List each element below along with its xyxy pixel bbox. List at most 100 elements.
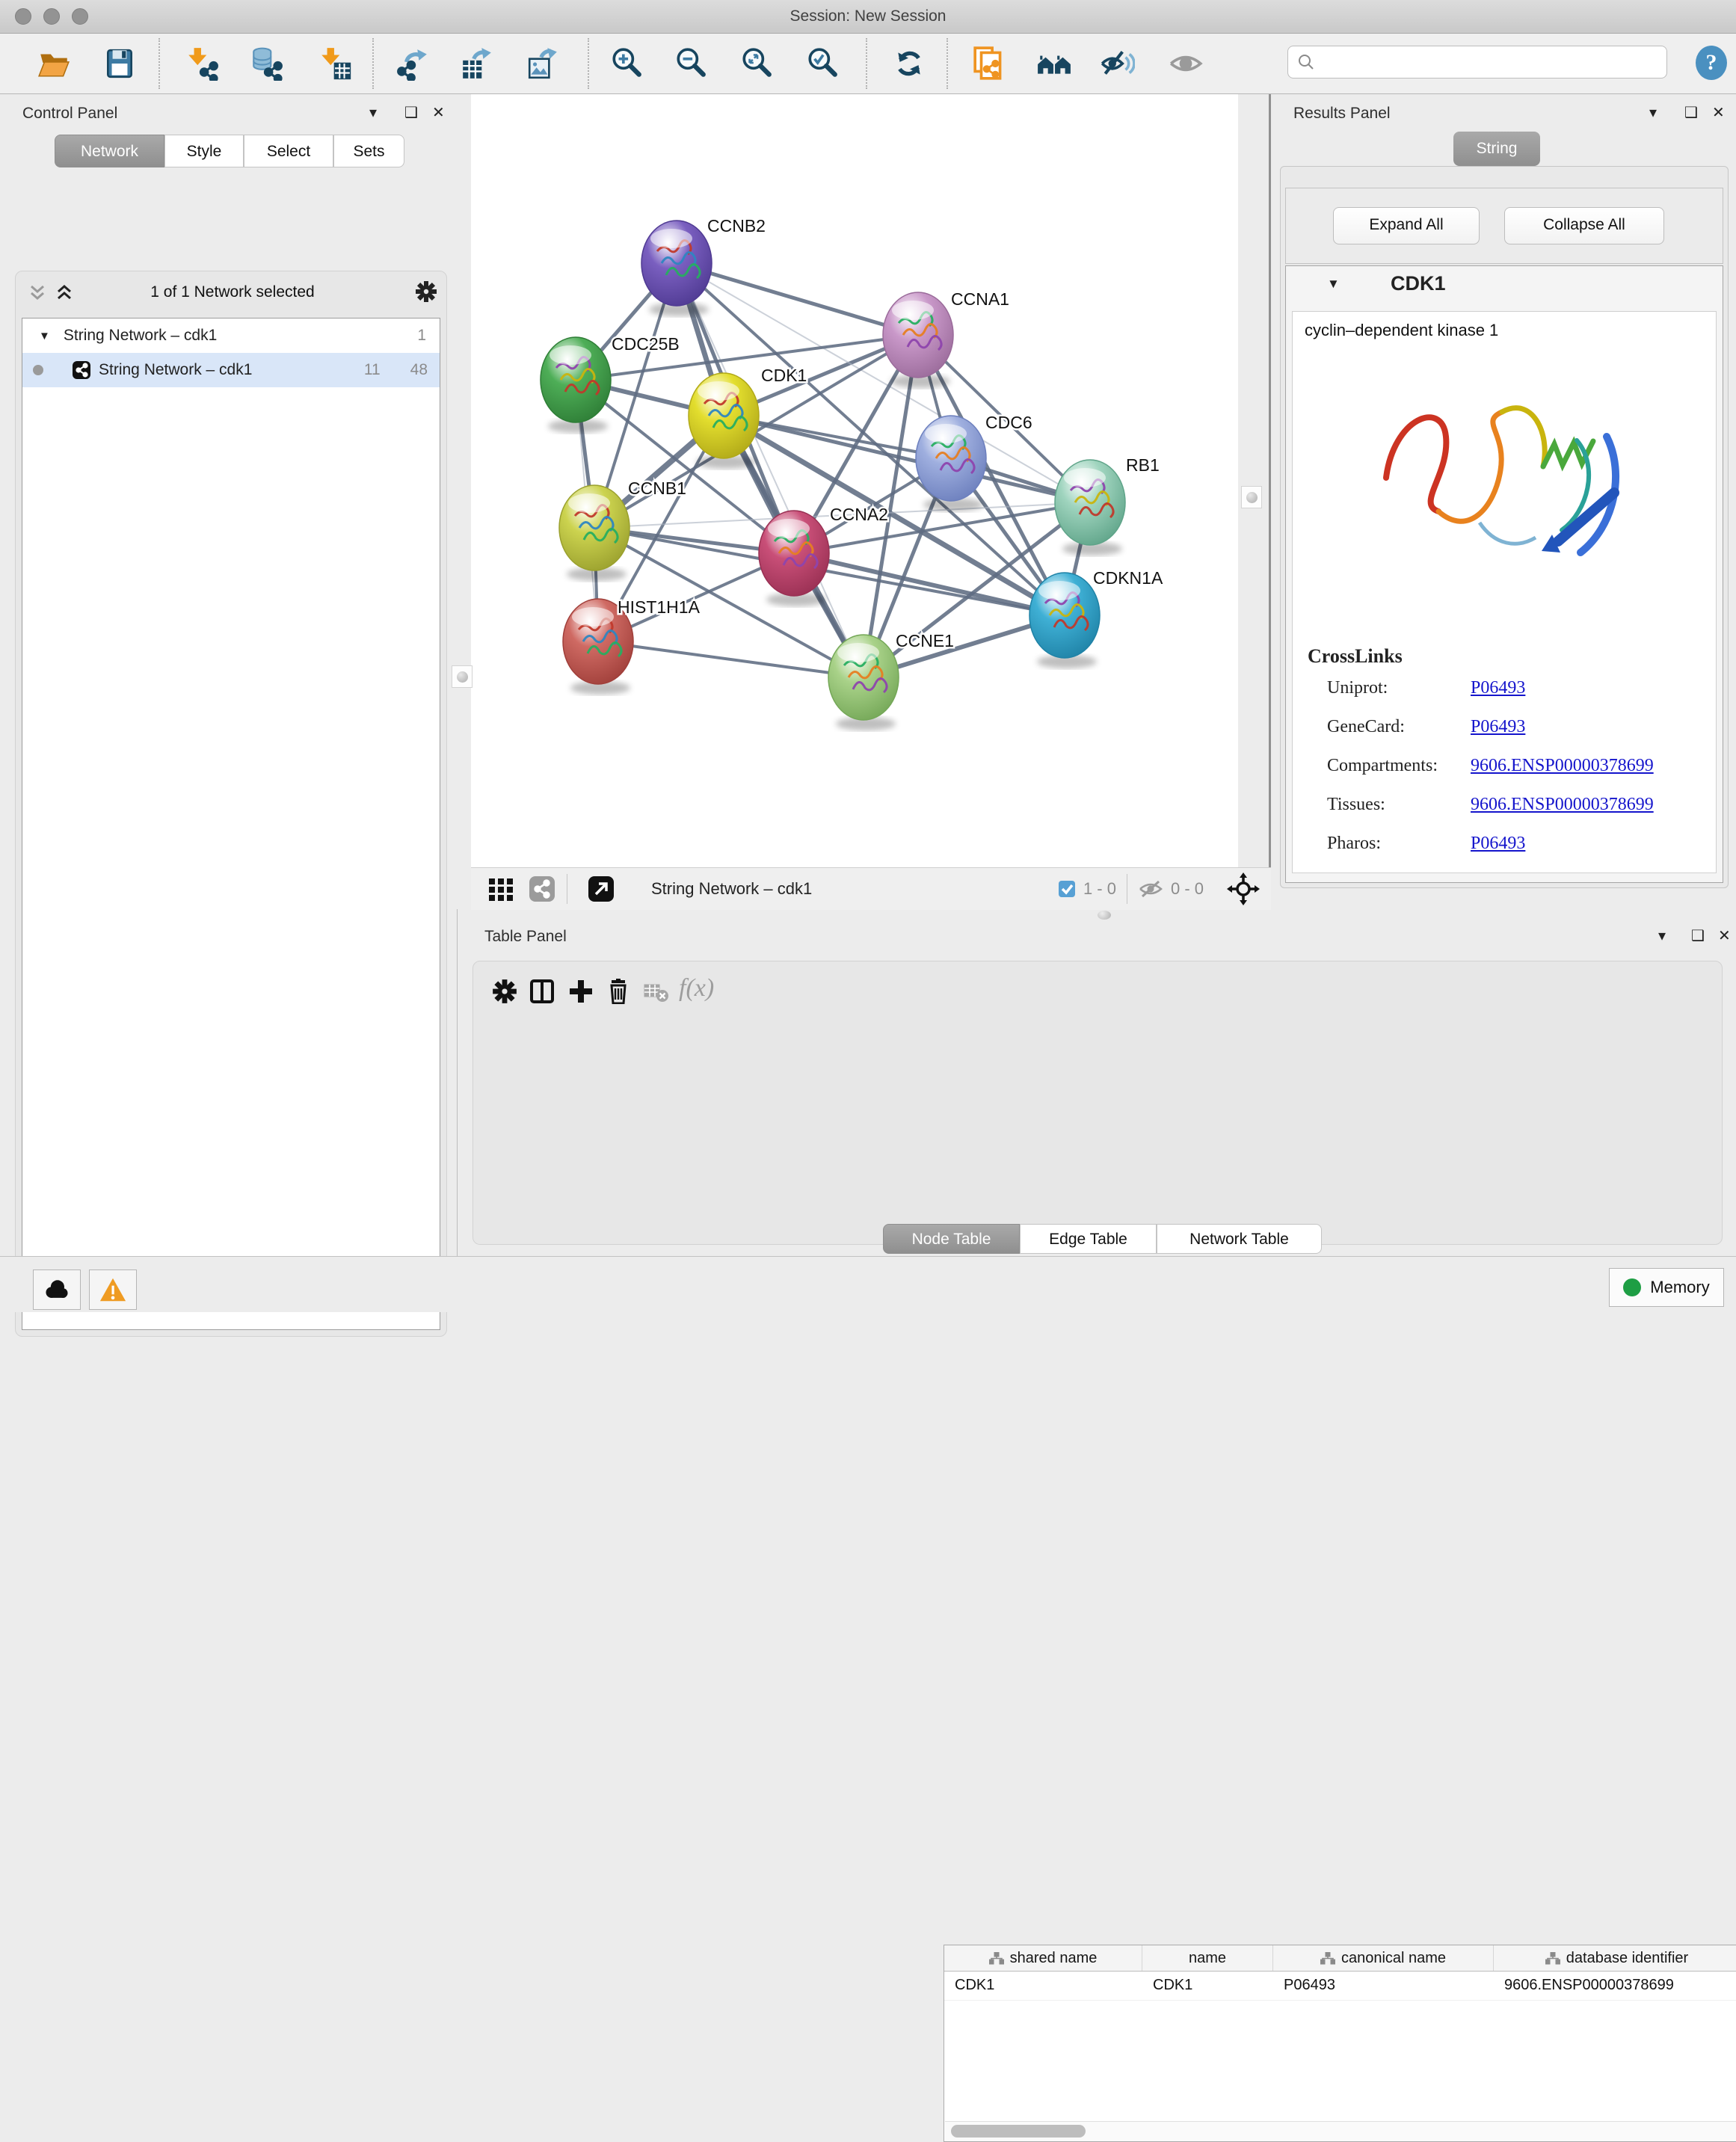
window-minimize-button[interactable] <box>43 8 60 25</box>
crosslink-genecard-link[interactable]: P06493 <box>1471 717 1525 737</box>
tab-network[interactable]: Network <box>55 135 164 167</box>
import-network-file-icon[interactable] <box>184 44 220 83</box>
toolbar-separator <box>372 38 374 89</box>
automation-cloud-button[interactable] <box>33 1269 81 1310</box>
network-node-CCNB2[interactable]: CCNB2 <box>641 216 766 316</box>
birds-eye-grid-icon[interactable] <box>487 875 514 902</box>
network-options-gear-icon[interactable] <box>415 280 437 307</box>
zoom-selected-icon[interactable] <box>804 44 840 83</box>
collapse-all-networks-icon[interactable] <box>55 283 74 307</box>
window-zoom-button[interactable] <box>72 8 88 25</box>
expand-all-networks-icon[interactable] <box>28 283 47 307</box>
column-header-shared-name[interactable]: shared name <box>944 1945 1142 1971</box>
open-session-icon[interactable] <box>36 44 72 83</box>
network-node-CDC25B[interactable]: CDC25B <box>541 334 680 433</box>
help-icon[interactable]: ? <box>1693 44 1730 85</box>
hide-unhide-icon[interactable] <box>1099 44 1135 83</box>
panel-close-icon[interactable]: ✕ <box>432 103 445 122</box>
tab-select[interactable]: Select <box>244 135 333 167</box>
panel-float-icon[interactable]: ❑ <box>1684 103 1698 122</box>
zoom-in-icon[interactable] <box>609 44 644 83</box>
panel-collapse-icon[interactable]: ▾ <box>369 103 377 122</box>
panel-float-icon[interactable]: ❑ <box>1691 926 1705 945</box>
column-header-canonical-name[interactable]: canonical name <box>1273 1945 1494 1971</box>
column-header-name[interactable]: name <box>1142 1945 1273 1971</box>
export-network-icon[interactable] <box>395 44 431 83</box>
tree-expand-icon[interactable]: ▼ <box>39 330 50 342</box>
scrollbar-thumb[interactable] <box>951 2125 1086 2138</box>
crosslink-tissues-link[interactable]: 9606.ENSP00000378699 <box>1471 795 1654 815</box>
add-column-icon[interactable] <box>568 979 594 1008</box>
horizontal-splitter-handle[interactable] <box>1098 911 1111 920</box>
collapse-all-button[interactable]: Collapse All <box>1504 207 1664 244</box>
string-home-icon[interactable] <box>1036 44 1072 83</box>
crosslink-label: Uniprot: <box>1327 678 1388 698</box>
window-close-button[interactable] <box>15 8 31 25</box>
node-label: CDC25B <box>612 334 680 354</box>
entry-collapse-icon[interactable]: ▼ <box>1327 277 1340 292</box>
crosslink-compartments-link[interactable]: 9606.ENSP00000378699 <box>1471 756 1654 776</box>
import-table-icon[interactable] <box>317 44 353 83</box>
pan-crosshair-icon[interactable] <box>1226 872 1261 906</box>
tab-node-table[interactable]: Node Table <box>883 1224 1020 1254</box>
crosslink-uniprot-link[interactable]: P06493 <box>1471 678 1525 698</box>
panel-close-icon[interactable]: ✕ <box>1712 103 1725 122</box>
export-image-icon[interactable] <box>525 44 561 83</box>
delete-table-icon <box>643 982 668 1008</box>
network-tree-root-row[interactable]: ▼ String Network – cdk1 1 <box>22 318 440 353</box>
left-splitter[interactable] <box>457 94 471 909</box>
network-overview-icon[interactable] <box>528 875 556 903</box>
network-node-CCNA2[interactable]: CCNA2 <box>759 505 888 606</box>
panel-collapse-icon[interactable]: ▾ <box>1649 103 1657 122</box>
table-cell[interactable]: CDK1 <box>944 1972 1142 2000</box>
tab-string[interactable]: String <box>1453 132 1540 166</box>
network-node-CCNB1[interactable]: CCNB1 <box>559 478 686 581</box>
network-node-HIST1H1A[interactable]: HIST1H1A <box>563 597 701 695</box>
network-tree-child-row[interactable]: String Network – cdk1 11 48 <box>22 353 440 387</box>
tab-edge-table[interactable]: Edge Table <box>1020 1224 1157 1254</box>
zoom-out-icon[interactable] <box>673 44 709 83</box>
table-cell[interactable]: P06493 <box>1273 1972 1494 2000</box>
table-gear-icon[interactable] <box>492 979 517 1008</box>
show-columns-icon[interactable] <box>529 979 555 1008</box>
string-import-icon[interactable] <box>972 44 1008 83</box>
zoom-fit-icon[interactable] <box>739 44 775 83</box>
delete-column-icon[interactable] <box>606 979 631 1008</box>
network-canvas[interactable]: CCNB2CCNA1CDC25BCDK1CDC6RB1CCNB1CCNA2CDK… <box>471 94 1238 867</box>
crosslink-pharos-link[interactable]: P06493 <box>1471 834 1525 854</box>
import-network-database-icon[interactable] <box>248 44 284 83</box>
export-table-icon[interactable] <box>459 44 495 83</box>
node-table: shared namenamecanonical namedatabase id… <box>944 1945 1736 2142</box>
selected-checkbox-icon[interactable] <box>1058 880 1076 898</box>
panel-close-icon[interactable]: ✕ <box>1718 926 1731 945</box>
node-label: CCNB2 <box>707 216 766 236</box>
crosslink-label: Pharos: <box>1327 834 1381 854</box>
table-row[interactable]: CDK1CDK1P064939606.ENSP00000378699cyclin… <box>944 1972 1736 2001</box>
expand-all-button[interactable]: Expand All <box>1333 207 1480 244</box>
panel-float-icon[interactable]: ❑ <box>404 103 418 122</box>
tab-network-table[interactable]: Network Table <box>1157 1224 1322 1254</box>
table-horizontal-scrollbar[interactable] <box>945 2121 1736 2141</box>
network-node-CCNA1[interactable]: CCNA1 <box>883 289 1009 388</box>
refresh-icon[interactable] <box>891 44 927 83</box>
network-node-RB1[interactable]: RB1 <box>1055 455 1160 555</box>
save-session-icon[interactable] <box>102 44 138 83</box>
tab-sets[interactable]: Sets <box>333 135 404 167</box>
left-splitter-handle[interactable] <box>452 665 473 688</box>
memory-button[interactable]: Memory <box>1609 1268 1724 1307</box>
show-graphics-details-icon[interactable] <box>1168 44 1204 83</box>
table-cell[interactable]: 9606.ENSP00000378699 <box>1494 1972 1736 2000</box>
string-results-container: Expand All Collapse All ▼ CDK1 cyclin–de… <box>1280 166 1729 888</box>
network-node-CDKN1A[interactable]: CDKN1A <box>1029 568 1163 668</box>
node-label: CCNA2 <box>830 505 888 524</box>
search-input[interactable] <box>1315 53 1647 72</box>
warnings-button[interactable] <box>89 1269 137 1310</box>
open-in-window-icon[interactable] <box>587 875 615 903</box>
column-header-database-identifier[interactable]: database identifier <box>1494 1945 1736 1971</box>
network-node-CCNE1[interactable]: CCNE1 <box>828 631 954 730</box>
right-splitter-handle[interactable] <box>1241 486 1262 508</box>
panel-collapse-icon[interactable]: ▾ <box>1658 926 1666 945</box>
network-tree: ▼ String Network – cdk1 1 String Network… <box>22 318 440 1330</box>
tab-style[interactable]: Style <box>164 135 244 167</box>
table-cell[interactable]: CDK1 <box>1142 1972 1273 2000</box>
